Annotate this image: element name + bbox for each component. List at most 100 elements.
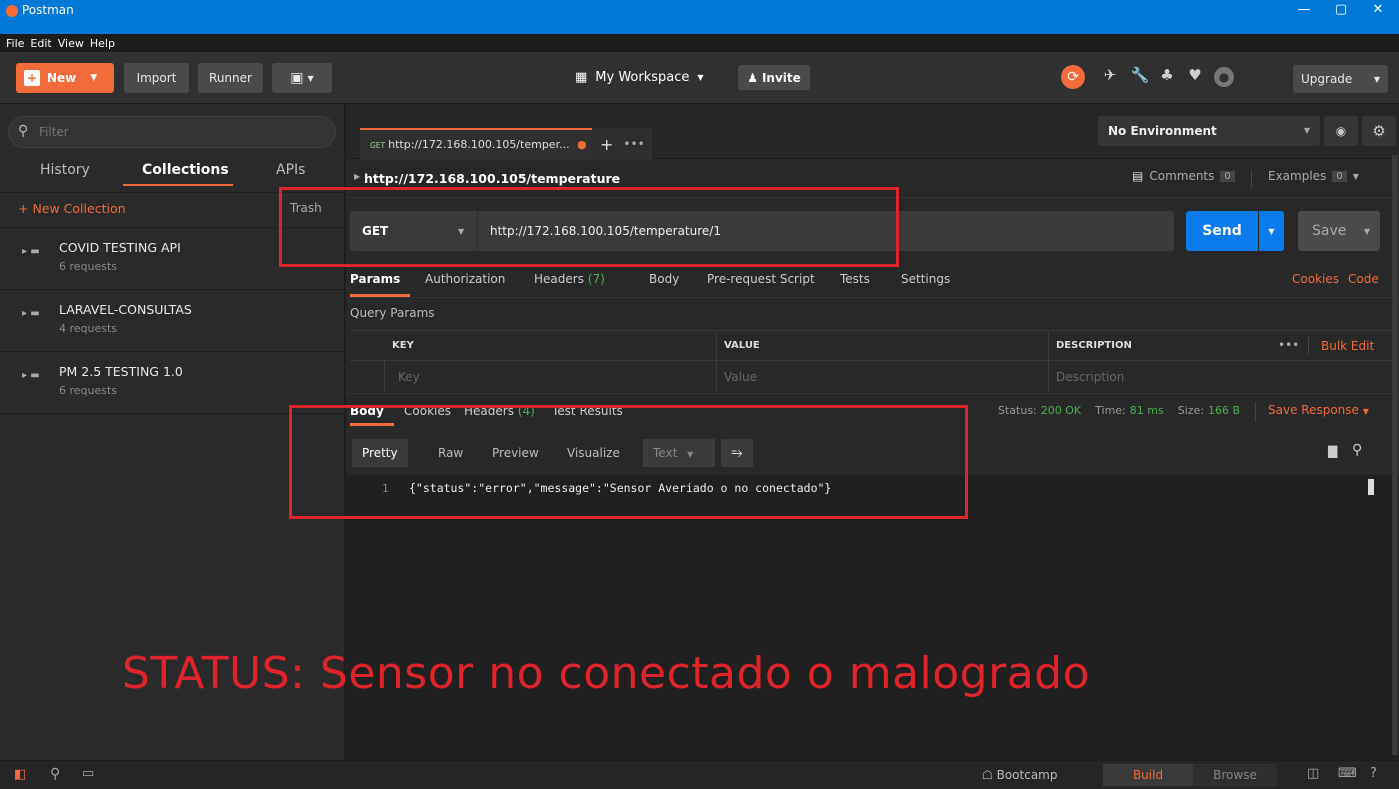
url-input[interactable]: http://172.168.100.105/temperature/1 xyxy=(490,224,721,238)
more-options-icon[interactable]: ••• xyxy=(1278,338,1299,352)
find-icon[interactable]: ⚲ xyxy=(50,766,60,782)
close-button[interactable]: ✕ xyxy=(1359,0,1397,20)
gear-icon[interactable]: ⚙ xyxy=(1362,116,1396,146)
eye-icon[interactable]: ◉ xyxy=(1324,116,1358,146)
search-icon[interactable]: ⚲ xyxy=(1352,442,1362,458)
bell-icon[interactable]: ♣ xyxy=(1156,66,1178,84)
response-tab-body[interactable]: Body xyxy=(350,404,384,418)
menu-view[interactable]: View xyxy=(58,37,84,50)
examples-button[interactable]: Examples 0 ▼ xyxy=(1268,169,1359,183)
tab-actions: + ••• xyxy=(592,128,652,160)
filter-input[interactable]: Filter xyxy=(8,116,336,148)
cookies-link[interactable]: Cookies xyxy=(1292,272,1339,286)
collection-item[interactable]: ▸ ▬ LARAVEL-CONSULTAS 4 requests xyxy=(0,290,345,352)
upgrade-button[interactable]: Upgrade ▼ xyxy=(1293,65,1388,93)
copy-icon[interactable]: ▇ xyxy=(1328,444,1337,458)
response-body: {"status":"error","message":"Sensor Aver… xyxy=(409,481,832,495)
environment-selector[interactable]: No Environment ▼ xyxy=(1098,116,1320,146)
menu-edit[interactable]: Edit xyxy=(30,37,51,50)
wrap-lines-icon[interactable]: ⥱ xyxy=(721,439,753,467)
invite-label: Invite xyxy=(761,70,801,85)
tab-apis[interactable]: APIs xyxy=(276,162,305,178)
tab-collections[interactable]: Collections xyxy=(142,162,229,178)
send-button[interactable]: Send xyxy=(1186,211,1258,251)
params-header-row xyxy=(350,331,1395,361)
sidebar-toggle-icon[interactable]: ◧ xyxy=(14,767,26,782)
two-pane-icon[interactable]: ◫ xyxy=(1307,766,1319,781)
tab-settings[interactable]: Settings xyxy=(901,272,950,286)
maximize-button[interactable]: ▢ xyxy=(1322,0,1360,20)
menu-help[interactable]: Help xyxy=(90,37,115,50)
browse-button[interactable]: Browse xyxy=(1193,764,1277,786)
code-link[interactable]: Code xyxy=(1348,272,1379,286)
response-tab-headers[interactable]: Headers (4) xyxy=(464,404,535,418)
collection-item[interactable]: ▸ ▬ COVID TESTING API 6 requests xyxy=(0,228,345,290)
caret-down-icon: ▼ xyxy=(1352,171,1359,181)
value-input[interactable]: Value xyxy=(724,370,757,384)
invite-button[interactable]: ♟ Invite xyxy=(738,65,810,90)
upgrade-label: Upgrade xyxy=(1301,72,1353,86)
format-select[interactable]: Text ▼ xyxy=(643,439,715,467)
bootcamp-link[interactable]: ☖ Bootcamp xyxy=(982,768,1057,782)
minimize-button[interactable]: — xyxy=(1285,0,1323,20)
tab-history[interactable]: History xyxy=(40,162,90,178)
active-tab-indicator xyxy=(123,184,233,186)
comments-button[interactable]: ▤ Comments 0 xyxy=(1132,169,1235,183)
import-button[interactable]: Import xyxy=(124,63,189,93)
runner-button[interactable]: Runner xyxy=(198,63,263,93)
collection-item[interactable]: ▸ ▬ PM 2.5 TESTING 1.0 6 requests xyxy=(0,352,345,414)
raw-view-button[interactable]: Raw xyxy=(428,439,473,467)
query-params-title: Query Params xyxy=(350,306,435,320)
heart-icon[interactable]: ♥ xyxy=(1184,66,1206,84)
value-column-header: VALUE xyxy=(724,340,760,351)
bulk-edit-link[interactable]: Bulk Edit xyxy=(1321,339,1374,353)
request-tab[interactable]: GET http://172.168.100.105/temper... ● xyxy=(360,128,592,160)
tab-prerequest-script[interactable]: Pre-request Script xyxy=(707,272,815,286)
pretty-view-button[interactable]: Pretty xyxy=(352,439,408,467)
method-select[interactable]: GET xyxy=(362,224,388,238)
build-button[interactable]: Build xyxy=(1103,764,1193,786)
satellite-icon[interactable]: ✈ xyxy=(1099,66,1121,84)
wrench-icon[interactable]: 🔧 xyxy=(1129,66,1151,84)
workspace-selector[interactable]: ▦ My Workspace ▼ xyxy=(575,70,704,85)
new-window-button[interactable]: ▣ ▼ xyxy=(272,63,332,93)
avatar-icon[interactable]: ● xyxy=(1214,67,1234,87)
url-row: GET ▼ http://172.168.100.105/temperature… xyxy=(346,198,1399,262)
send-options-caret-icon[interactable]: ▼ xyxy=(1259,211,1284,251)
main-scrollbar[interactable] xyxy=(1392,155,1398,755)
more-tabs-icon[interactable]: ••• xyxy=(623,137,644,151)
sync-icon[interactable]: ⟳ xyxy=(1061,65,1085,89)
tab-params[interactable]: Params xyxy=(350,272,400,286)
plus-icon: + xyxy=(24,70,40,86)
scrollbar-thumb[interactable] xyxy=(1368,479,1374,495)
unsaved-dot-icon: ● xyxy=(577,138,587,151)
keyboard-icon[interactable]: ⌨ xyxy=(1338,766,1357,781)
tab-body[interactable]: Body xyxy=(649,272,679,286)
add-tab-icon[interactable]: + xyxy=(600,135,613,154)
help-icon[interactable]: ? xyxy=(1370,766,1377,781)
preview-view-button[interactable]: Preview xyxy=(482,439,549,467)
workspace-label: My Workspace xyxy=(595,70,690,85)
description-input[interactable]: Description xyxy=(1056,370,1124,384)
expand-caret-icon[interactable]: ▶ xyxy=(354,172,360,181)
menu-file[interactable]: File xyxy=(6,37,24,50)
new-window-icon: ▣ xyxy=(290,70,304,86)
tab-headers[interactable]: Headers (7) xyxy=(534,272,605,286)
request-nav: Params Authorization Headers (7) Body Pr… xyxy=(346,262,1399,298)
trash-button[interactable]: Trash xyxy=(290,201,322,215)
response-tab-cookies[interactable]: Cookies xyxy=(404,404,451,418)
response-editor[interactable]: 1 {"status":"error","message":"Sensor Av… xyxy=(346,155,1399,760)
tab-tests[interactable]: Tests xyxy=(840,272,870,286)
key-input[interactable]: Key xyxy=(398,370,420,384)
response-tab-test-results[interactable]: Test Results xyxy=(552,404,623,418)
new-collection-button[interactable]: + New Collection xyxy=(18,201,126,216)
tab-authorization[interactable]: Authorization xyxy=(425,272,505,286)
visualize-view-button[interactable]: Visualize xyxy=(557,439,630,467)
save-response-label: Save Response xyxy=(1268,403,1359,417)
console-icon[interactable]: ▭ xyxy=(82,766,94,781)
save-response-button[interactable]: Save Response ▼ xyxy=(1268,403,1369,417)
new-button[interactable]: + New ▼ xyxy=(16,63,114,93)
save-button[interactable]: Save ▼ xyxy=(1298,211,1380,251)
caret-down-icon: ▼ xyxy=(1362,407,1369,416)
status-annotation: STATUS: Sensor no conectado o malogrado xyxy=(122,648,1091,699)
